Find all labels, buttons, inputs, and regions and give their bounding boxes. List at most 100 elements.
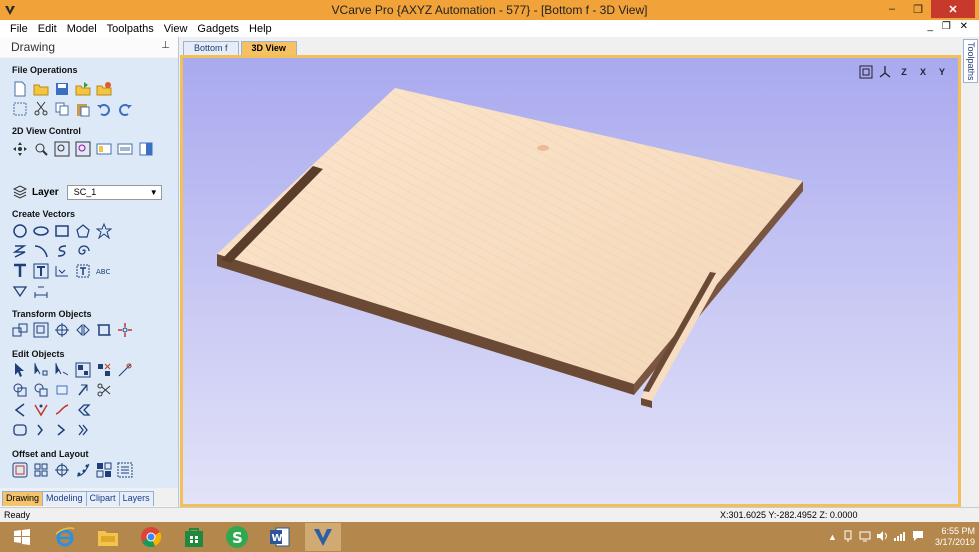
save-file-icon[interactable] [54, 81, 70, 97]
curve-fit-icon[interactable] [54, 422, 70, 438]
measure-icon[interactable] [33, 283, 49, 299]
text-style-icon[interactable]: ABC [96, 263, 112, 279]
tab-modeling[interactable]: Modeling [42, 491, 87, 506]
draw-polygon-icon[interactable] [75, 223, 91, 239]
action-center-icon[interactable] [912, 530, 924, 544]
undo-icon[interactable] [96, 101, 112, 117]
draw-rectangle-icon[interactable] [54, 223, 70, 239]
tray-overflow-icon[interactable]: ▲ [828, 532, 837, 542]
draw-spiral-icon[interactable] [75, 243, 91, 259]
text-on-curve-icon[interactable] [54, 263, 70, 279]
offset-curve-icon[interactable] [75, 422, 91, 438]
smart-smoothing-icon[interactable] [75, 402, 91, 418]
pin-icon[interactable]: ⊥ [161, 40, 170, 51]
draw-ellipse-icon[interactable] [33, 223, 49, 239]
volume-icon[interactable] [876, 530, 888, 544]
skype-style-icon[interactable]: S [219, 523, 255, 551]
fillet-icon[interactable] [12, 402, 28, 418]
nesting-icon[interactable] [96, 462, 112, 478]
select-all-icon[interactable] [12, 101, 28, 117]
move-icon[interactable] [12, 322, 28, 338]
toggle-3d-view-icon[interactable] [138, 141, 154, 157]
tab-toolpaths[interactable]: Toolpaths [963, 39, 978, 83]
zoom-extents-icon[interactable] [54, 141, 70, 157]
draw-polyline-icon[interactable] [12, 243, 28, 259]
scissors-trim-icon[interactable] [96, 382, 112, 398]
redo-icon[interactable] [117, 101, 133, 117]
taskbar-clock[interactable]: 6:55 PM 3/17/2019 [935, 526, 975, 548]
close-vectors-icon[interactable] [33, 422, 49, 438]
chrome-icon[interactable] [133, 523, 169, 551]
layer-dropdown[interactable]: SC_1 ▼ [66, 184, 162, 200]
zoom-extents-3d-icon[interactable] [858, 64, 874, 80]
3d-model-scene[interactable] [183, 58, 958, 504]
draw-arc-icon[interactable] [33, 243, 49, 259]
align-view-icon[interactable] [96, 141, 112, 157]
menu-edit[interactable]: Edit [33, 23, 62, 35]
mirror-icon[interactable] [75, 322, 91, 338]
view-z-icon[interactable]: Z [896, 64, 912, 80]
vcarve-logo-icon[interactable] [0, 0, 20, 20]
restore-button[interactable]: ❐ [905, 0, 931, 18]
draw-curve-icon[interactable] [54, 243, 70, 259]
chamfer-icon[interactable] [33, 402, 49, 418]
document-window-controls[interactable]: _ ❐ ✕ [928, 21, 971, 32]
tab-drawing[interactable]: Drawing [2, 491, 44, 506]
auto-layout-text-icon[interactable] [33, 263, 49, 279]
menu-help[interactable]: Help [244, 23, 277, 35]
offset-vectors-icon[interactable] [12, 462, 28, 478]
menu-gadgets[interactable]: Gadgets [192, 23, 244, 35]
cut-icon[interactable] [33, 101, 49, 117]
join-vectors-icon[interactable] [12, 422, 28, 438]
subtract-icon[interactable] [33, 382, 49, 398]
minimize-button[interactable]: – [879, 0, 905, 18]
zoom-material-icon[interactable] [75, 141, 91, 157]
extend-icon[interactable] [54, 402, 70, 418]
trim-icon[interactable] [75, 382, 91, 398]
circular-array-icon[interactable] [54, 462, 70, 478]
usb-icon[interactable] [842, 530, 854, 544]
draw-star-icon[interactable] [96, 223, 112, 239]
rotate-icon[interactable] [54, 322, 70, 338]
copy-along-vector-icon[interactable] [75, 462, 91, 478]
node-edit-icon[interactable] [33, 362, 49, 378]
layout-view-icon[interactable] [117, 141, 133, 157]
vcarve-taskbar-icon[interactable] [305, 523, 341, 551]
set-size-icon[interactable] [117, 322, 133, 338]
tab-3d-view[interactable]: 3D View [240, 41, 297, 55]
zoom-box-icon[interactable] [33, 141, 49, 157]
align-objects-icon[interactable] [96, 322, 112, 338]
tab-layers[interactable]: Layers [118, 491, 154, 506]
tab-bottom-f[interactable]: Bottom f [183, 41, 239, 55]
3d-view-canvas[interactable]: Z X Y [183, 58, 958, 504]
scale-icon[interactable] [33, 322, 49, 338]
intersect-icon[interactable] [54, 382, 70, 398]
iso-view-icon[interactable] [877, 64, 893, 80]
copy-icon[interactable] [54, 101, 70, 117]
open-file-icon[interactable] [33, 81, 49, 97]
ungroup-objects-icon[interactable] [96, 362, 112, 378]
array-copy-icon[interactable] [33, 462, 49, 478]
arc-text-icon[interactable] [75, 263, 91, 279]
paste-icon[interactable] [75, 101, 91, 117]
view-y-icon[interactable]: Y [934, 64, 950, 80]
interactive-slice-icon[interactable] [54, 362, 70, 378]
weld-icon[interactable] [12, 382, 28, 398]
group-objects-icon[interactable] [75, 362, 91, 378]
menu-toolpaths[interactable]: Toolpaths [102, 23, 159, 35]
import-bitmap-icon[interactable] [96, 81, 112, 97]
windows-start-icon[interactable] [4, 523, 40, 551]
signal-icon[interactable] [893, 530, 907, 544]
draw-dimension-icon[interactable] [12, 283, 28, 299]
menu-view[interactable]: View [159, 23, 193, 35]
import-vectors-icon[interactable] [75, 81, 91, 97]
file-explorer-icon[interactable] [90, 523, 126, 551]
network-icon[interactable] [859, 530, 871, 544]
draw-text-icon[interactable] [12, 263, 28, 279]
view-x-icon[interactable]: X [915, 64, 931, 80]
menu-model[interactable]: Model [62, 23, 102, 35]
tab-clipart[interactable]: Clipart [85, 491, 120, 506]
internet-explorer-icon[interactable] [47, 523, 83, 551]
new-file-icon[interactable] [12, 81, 28, 97]
vector-texture-icon[interactable] [117, 362, 133, 378]
